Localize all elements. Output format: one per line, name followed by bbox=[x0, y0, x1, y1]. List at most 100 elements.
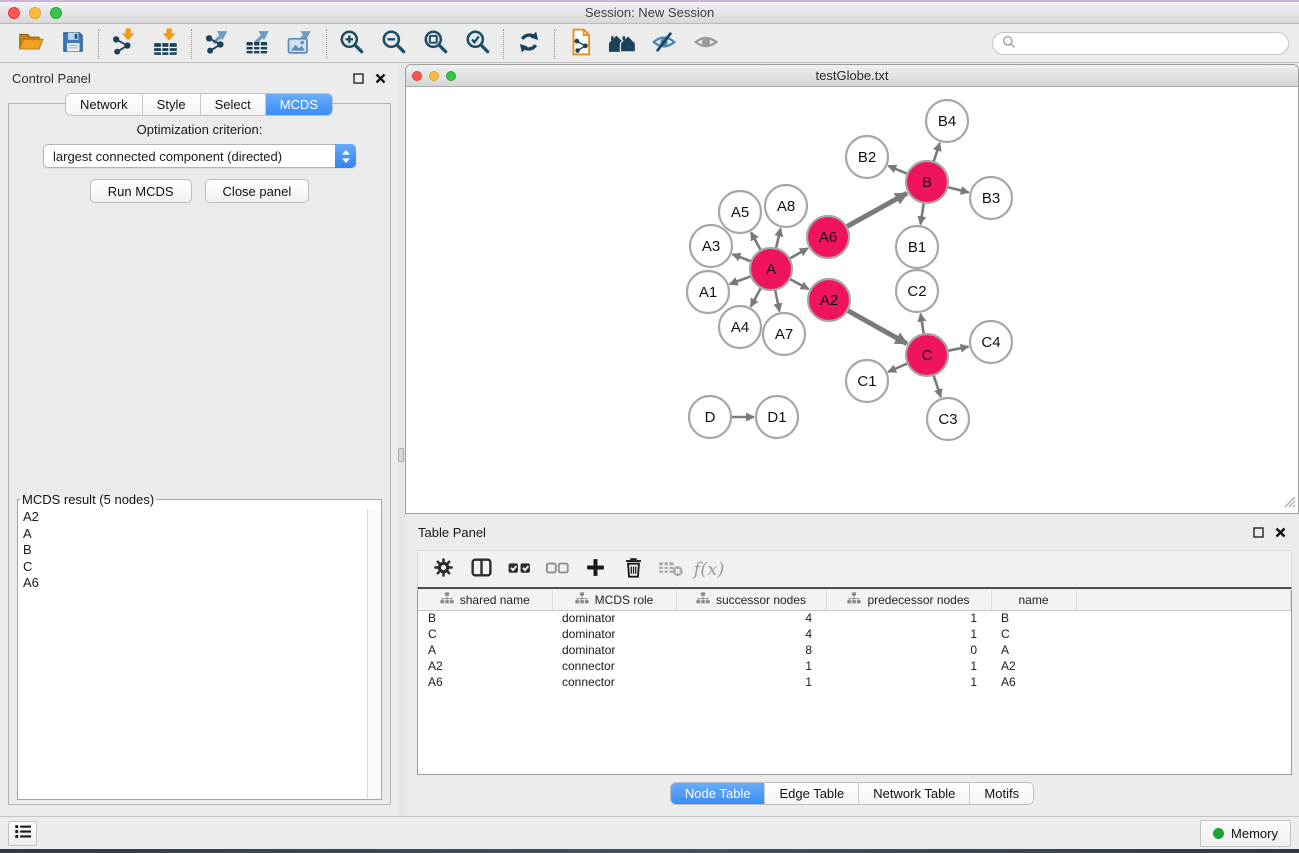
edge-C-C4[interactable] bbox=[948, 347, 969, 351]
network-window-titlebar[interactable]: testGlobe.txt bbox=[406, 65, 1298, 87]
deselect-all-button[interactable] bbox=[538, 553, 576, 585]
edge-A-A5[interactable] bbox=[751, 232, 761, 250]
table-row[interactable]: Bdominator41B bbox=[418, 610, 1291, 626]
tab-node-table[interactable]: Node Table bbox=[671, 783, 765, 804]
zoom-selected-button[interactable] bbox=[457, 28, 499, 60]
import-table-button[interactable] bbox=[145, 28, 187, 60]
node-B2[interactable]: B2 bbox=[846, 136, 888, 178]
edge-A-A4[interactable] bbox=[751, 288, 761, 307]
export-network-button[interactable] bbox=[196, 28, 238, 60]
clone-network-button[interactable] bbox=[559, 28, 601, 60]
node-C4[interactable]: C4 bbox=[970, 321, 1012, 363]
open-file-button[interactable] bbox=[10, 28, 52, 60]
edge-C-C3[interactable] bbox=[934, 375, 941, 397]
zoom-in-button[interactable] bbox=[331, 28, 373, 60]
save-session-button[interactable] bbox=[52, 28, 94, 60]
delete-column-button[interactable] bbox=[614, 553, 652, 585]
node-C1[interactable]: C1 bbox=[846, 360, 888, 402]
column-header-name[interactable]: name bbox=[991, 590, 1076, 610]
mcds-result-list[interactable]: A2ABCA6 bbox=[19, 509, 367, 798]
node-D1[interactable]: D1 bbox=[756, 396, 798, 438]
column-header-successor-nodes[interactable]: successor nodes bbox=[676, 590, 826, 610]
import-network-button[interactable] bbox=[103, 28, 145, 60]
table-row[interactable]: Adominator80A bbox=[418, 642, 1291, 658]
column-header-predecessor-nodes[interactable]: predecessor nodes bbox=[826, 590, 991, 610]
close-panel-button[interactable]: Close panel bbox=[205, 179, 310, 203]
add-column-button[interactable] bbox=[576, 553, 614, 585]
node-table[interactable]: shared nameMCDS rolesuccessor nodesprede… bbox=[417, 590, 1292, 775]
node-A6[interactable]: A6 bbox=[807, 216, 849, 258]
float-panel-icon[interactable] bbox=[353, 73, 364, 84]
node-B[interactable]: B bbox=[906, 161, 948, 203]
node-D[interactable]: D bbox=[689, 396, 731, 438]
node-A5[interactable]: A5 bbox=[719, 191, 761, 233]
node-C2[interactable]: C2 bbox=[896, 270, 938, 312]
tab-style[interactable]: Style bbox=[142, 94, 200, 115]
edge-A6-B[interactable] bbox=[846, 193, 907, 227]
export-table-button[interactable] bbox=[238, 28, 280, 60]
result-item[interactable]: A bbox=[19, 526, 367, 543]
optimization-criterion-select[interactable]: largest connected component (directed) bbox=[43, 144, 356, 168]
float-panel-icon[interactable] bbox=[1253, 527, 1264, 538]
edge-A-A6[interactable] bbox=[789, 248, 808, 258]
tab-edge-table[interactable]: Edge Table bbox=[764, 783, 858, 804]
search-input[interactable] bbox=[1021, 37, 1280, 51]
node-C3[interactable]: C3 bbox=[927, 398, 969, 440]
network-graph[interactable]: B4 B2 B B3 A5A8A6 A3 B1 A A1 C2 A2 A4A7 C4 C C1 C3 D D1 bbox=[406, 87, 1298, 513]
search-field[interactable] bbox=[992, 32, 1289, 55]
edge-C-C2[interactable] bbox=[921, 314, 924, 335]
export-image-button[interactable] bbox=[280, 28, 322, 60]
tab-network-table[interactable]: Network Table bbox=[858, 783, 969, 804]
node-A3[interactable]: A3 bbox=[690, 225, 732, 267]
node-B1[interactable]: B1 bbox=[896, 226, 938, 268]
edge-B-B2[interactable] bbox=[888, 166, 907, 174]
result-item[interactable]: A6 bbox=[19, 575, 367, 592]
node-A1[interactable]: A1 bbox=[687, 271, 729, 313]
hide-graphics-button[interactable] bbox=[643, 28, 685, 60]
network-canvas[interactable]: B4 B2 B B3 A5A8A6 A3 B1 A A1 C2 A2 A4A7 C4 C C1 C3 D D1 bbox=[406, 87, 1298, 513]
result-scrollbar[interactable] bbox=[367, 509, 380, 798]
edge-A-A2[interactable] bbox=[790, 279, 809, 289]
select-all-button[interactable] bbox=[500, 553, 538, 585]
zoom-fit-button[interactable] bbox=[415, 28, 457, 60]
table-settings-button[interactable] bbox=[424, 553, 462, 585]
node-A2[interactable]: A2 bbox=[808, 279, 850, 321]
tab-network[interactable]: Network bbox=[66, 94, 142, 115]
edge-B-B4[interactable] bbox=[934, 143, 940, 162]
tab-motifs[interactable]: Motifs bbox=[969, 783, 1033, 804]
edge-C-C1[interactable] bbox=[888, 363, 908, 372]
result-item[interactable]: C bbox=[19, 559, 367, 576]
close-panel-icon[interactable] bbox=[375, 73, 386, 84]
tab-mcds[interactable]: MCDS bbox=[265, 94, 332, 115]
edge-A-A3[interactable] bbox=[733, 254, 752, 261]
result-item[interactable]: A2 bbox=[19, 509, 367, 526]
panel-divider[interactable] bbox=[398, 63, 405, 816]
node-B4[interactable]: B4 bbox=[926, 100, 968, 142]
table-row[interactable]: A2connector11A2 bbox=[418, 658, 1291, 674]
node-A8[interactable]: A8 bbox=[765, 185, 807, 227]
tab-select[interactable]: Select bbox=[200, 94, 265, 115]
show-graphics-button[interactable] bbox=[685, 28, 727, 60]
column-browser-button[interactable] bbox=[462, 553, 500, 585]
vertical-divider-handle[interactable] bbox=[398, 448, 404, 462]
node-A4[interactable]: A4 bbox=[719, 306, 761, 348]
node-A[interactable]: A bbox=[750, 248, 792, 290]
edge-A-A8[interactable] bbox=[776, 228, 781, 248]
node-C[interactable]: C bbox=[906, 334, 948, 376]
edge-A-A7[interactable] bbox=[775, 290, 779, 312]
memory-button[interactable]: Memory bbox=[1200, 820, 1291, 847]
home-button[interactable] bbox=[601, 28, 643, 60]
column-header-MCDS-role[interactable]: MCDS role bbox=[552, 590, 676, 610]
close-panel-icon[interactable] bbox=[1275, 527, 1286, 538]
run-mcds-button[interactable]: Run MCDS bbox=[90, 179, 192, 203]
resize-grip-icon[interactable] bbox=[1282, 494, 1296, 511]
refresh-button[interactable] bbox=[508, 28, 550, 60]
edge-B-B3[interactable] bbox=[947, 187, 968, 192]
edge-A2-C[interactable] bbox=[847, 310, 907, 343]
window-titlebar[interactable]: Session: New Session bbox=[0, 0, 1299, 24]
node-A7[interactable]: A7 bbox=[763, 313, 805, 355]
show-panels-button[interactable] bbox=[8, 821, 37, 846]
edge-A-A1[interactable] bbox=[730, 276, 752, 284]
node-B3[interactable]: B3 bbox=[970, 177, 1012, 219]
column-header-shared-name[interactable]: shared name bbox=[418, 590, 552, 610]
